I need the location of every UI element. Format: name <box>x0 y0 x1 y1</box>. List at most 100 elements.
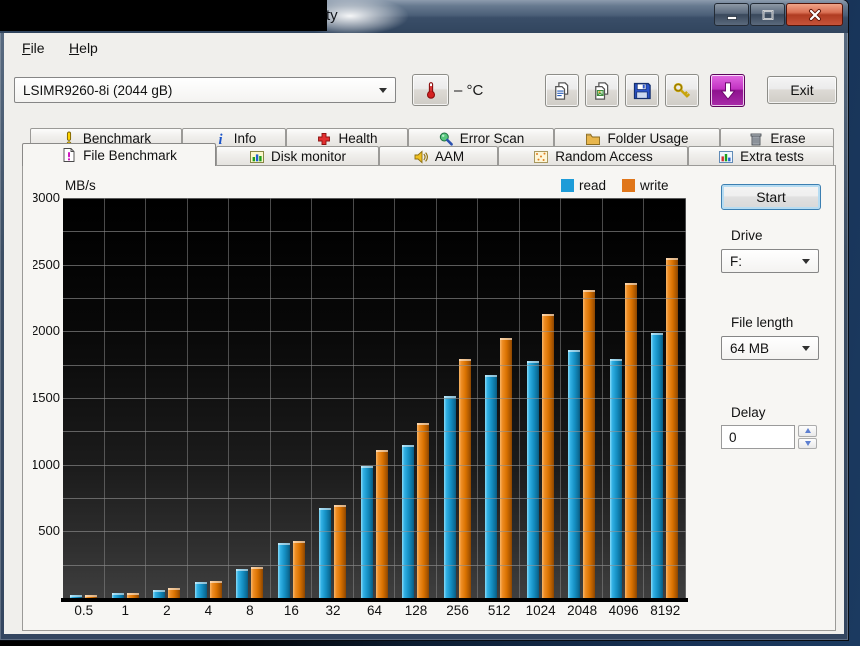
tab-label: AAM <box>435 149 464 164</box>
menu-file[interactable]: File <box>12 37 55 59</box>
gridline-vertical <box>394 198 395 598</box>
tab-label: Info <box>234 131 257 146</box>
x-tick-16: 16 <box>271 603 313 619</box>
read-bar-16 <box>278 543 290 598</box>
gridline-horizontal <box>63 198 686 199</box>
x-tick-32: 32 <box>312 603 354 619</box>
erase-icon <box>748 131 764 147</box>
x-tick-512: 512 <box>478 603 520 619</box>
write-bar-8 <box>251 567 263 598</box>
gridline-horizontal <box>63 531 686 532</box>
write-bar-512 <box>500 338 512 598</box>
disk-monitor-icon <box>249 149 265 165</box>
svg-text:i: i <box>218 132 222 147</box>
drive-select[interactable]: F: <box>721 249 819 273</box>
legend-swatch-write <box>622 179 635 192</box>
keys-button[interactable] <box>665 74 699 107</box>
y-tick-1000: 1000 <box>33 457 60 473</box>
write-bar-16 <box>293 541 305 598</box>
client-area: File Help LSIMR9260-8i (2044 gB) – °C Ex… <box>4 33 844 634</box>
copy-image-button[interactable] <box>585 74 619 107</box>
download-button[interactable] <box>710 74 745 107</box>
gridline-vertical <box>436 198 437 598</box>
write-bar-32 <box>334 505 346 598</box>
titlebar[interactable]: ty <box>0 0 848 33</box>
write-bar-1 <box>127 593 139 598</box>
y-axis-unit-label: MB/s <box>65 178 96 193</box>
tab-error-scan[interactable]: Error Scan <box>408 128 554 148</box>
read-bar-32 <box>319 508 331 598</box>
tab-random-access[interactable]: Random Access <box>498 146 688 166</box>
spin-down-button[interactable] <box>798 438 817 450</box>
gridline-vertical <box>560 198 561 598</box>
exit-button-label: Exit <box>790 82 813 98</box>
save-icon <box>632 81 652 101</box>
delay-spinner <box>798 425 817 449</box>
temperature-readout: – °C <box>454 82 483 99</box>
menu-help[interactable]: Help <box>59 37 108 59</box>
gridline-vertical <box>311 198 312 598</box>
legend-label-read: read <box>579 178 606 193</box>
chart-legend: readwrite <box>561 178 669 193</box>
write-bar-2048 <box>583 290 595 598</box>
tab-label: Disk monitor <box>271 149 346 164</box>
write-bar-2 <box>168 588 180 598</box>
exit-button[interactable]: Exit <box>767 76 837 104</box>
y-tick-500: 500 <box>33 523 60 539</box>
write-bar-0.5 <box>85 595 97 598</box>
y-tick-2000: 2000 <box>33 323 60 339</box>
file-length-select-value: 64 MB <box>730 341 769 356</box>
gridline-vertical <box>477 198 478 598</box>
window-title: ty <box>326 7 338 24</box>
tab-file-benchmark[interactable]: File Benchmark <box>22 143 216 166</box>
tab-health[interactable]: Health <box>286 128 408 148</box>
chevron-down-icon <box>379 88 387 97</box>
gridline-vertical <box>228 198 229 598</box>
file-length-select[interactable]: 64 MB <box>721 336 819 360</box>
write-bar-1024 <box>542 314 554 598</box>
write-bar-128 <box>417 423 429 598</box>
copy-image-icon <box>592 81 612 101</box>
tab-aam[interactable]: AAM <box>379 146 498 166</box>
start-button[interactable]: Start <box>721 184 821 210</box>
maximize-button[interactable] <box>750 3 785 26</box>
spin-up-button[interactable] <box>798 425 817 437</box>
copy-text-button[interactable] <box>545 74 579 107</box>
read-bar-0.5 <box>70 595 82 598</box>
chevron-down-icon <box>802 346 810 355</box>
tab-label: Health <box>338 131 377 146</box>
read-bar-1 <box>112 593 124 598</box>
temperature-button[interactable] <box>412 74 449 106</box>
tab-label: Folder Usage <box>607 131 688 146</box>
x-tick-4: 4 <box>188 603 230 619</box>
window-controls <box>714 3 843 26</box>
keys-icon <box>672 81 692 101</box>
x-tick-1024: 1024 <box>520 603 562 619</box>
app-window: ty File Help LSIMR9260-8i (2044 gB) – °C… <box>0 0 848 640</box>
copy-text-icon <box>552 81 572 101</box>
save-button[interactable] <box>625 74 659 107</box>
y-tick-3000: 3000 <box>33 190 60 206</box>
legend-swatch-read <box>561 179 574 192</box>
maximize-icon <box>760 7 776 23</box>
read-bar-2 <box>153 590 165 598</box>
device-select-value: LSIMR9260-8i (2044 gB) <box>23 83 172 98</box>
x-tick-2048: 2048 <box>561 603 603 619</box>
drive-label: Drive <box>731 228 763 243</box>
y-tick-1500: 1500 <box>33 390 60 406</box>
tab-extra-tests[interactable]: Extra tests <box>688 146 834 166</box>
x-tick-1: 1 <box>105 603 147 619</box>
close-button[interactable] <box>786 3 843 26</box>
minimize-button[interactable] <box>714 3 749 26</box>
gridline-vertical <box>104 198 105 598</box>
extra-tests-icon <box>718 149 734 165</box>
file-benchmark-page: MB/s readwrite 50010001500200025003000 0… <box>22 165 836 631</box>
tab-erase[interactable]: Erase <box>720 128 834 148</box>
close-icon <box>806 7 824 23</box>
arrow-down-icon <box>805 441 811 449</box>
tab-disk-monitor[interactable]: Disk monitor <box>216 146 379 166</box>
tab-folder-usage[interactable]: Folder Usage <box>554 128 720 148</box>
device-select[interactable]: LSIMR9260-8i (2044 gB) <box>14 77 396 103</box>
arrow-up-icon <box>805 425 811 433</box>
delay-input[interactable] <box>721 425 795 449</box>
